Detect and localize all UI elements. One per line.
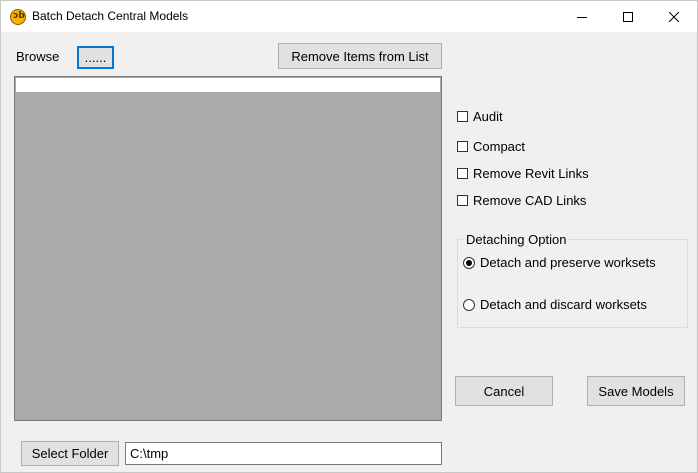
audit-label: Audit [473, 109, 503, 124]
minimize-button[interactable] [559, 1, 605, 32]
detaching-option-legend: Detaching Option [464, 232, 569, 247]
window-title: Batch Detach Central Models [32, 9, 189, 23]
app-icon: ɔb [10, 9, 26, 25]
remove-revit-links-checkbox[interactable]: Remove Revit Links [457, 166, 589, 181]
detach-preserve-radio[interactable]: Detach and preserve worksets [463, 255, 656, 270]
list-item[interactable] [16, 78, 440, 92]
close-icon [669, 11, 679, 22]
model-list[interactable] [14, 76, 442, 421]
maximize-icon [623, 11, 633, 22]
detach-discard-radio[interactable]: Detach and discard worksets [463, 297, 647, 312]
remove-items-button[interactable]: Remove Items from List [278, 43, 442, 69]
detach-discard-label: Detach and discard worksets [480, 297, 647, 312]
save-models-button[interactable]: Save Models [587, 376, 685, 406]
batch-detach-window: ɔb Batch Detach Central Models Browse ..… [0, 0, 698, 473]
folder-path-input[interactable]: C:\tmp [125, 442, 442, 465]
close-button[interactable] [651, 1, 697, 32]
remove-cad-links-label: Remove CAD Links [473, 193, 587, 208]
checkbox-box[interactable] [457, 141, 468, 152]
remove-cad-links-checkbox[interactable]: Remove CAD Links [457, 193, 586, 208]
compact-checkbox[interactable]: Compact [457, 139, 525, 154]
checkbox-box[interactable] [457, 195, 468, 206]
remove-revit-links-label: Remove Revit Links [473, 166, 589, 181]
minimize-icon [577, 16, 587, 18]
browse-button[interactable]: ...... [77, 46, 114, 69]
detach-preserve-label: Detach and preserve worksets [480, 255, 656, 270]
audit-checkbox[interactable]: Audit [457, 109, 503, 124]
browse-label: Browse [16, 49, 60, 64]
cancel-button[interactable]: Cancel [455, 376, 553, 406]
title-bar: ɔb Batch Detach Central Models [1, 1, 697, 32]
radio-unselected-icon[interactable] [463, 298, 475, 311]
compact-label: Compact [473, 139, 526, 154]
detaching-option-group [457, 239, 688, 328]
maximize-button[interactable] [605, 1, 651, 32]
checkbox-box[interactable] [457, 111, 468, 122]
radio-selected-icon[interactable] [463, 256, 475, 269]
select-folder-button[interactable]: Select Folder [21, 441, 119, 466]
checkbox-box[interactable] [457, 168, 468, 179]
